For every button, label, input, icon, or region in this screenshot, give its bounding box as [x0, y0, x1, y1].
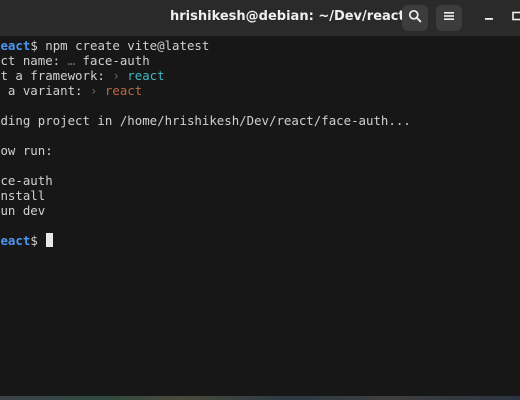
output-text: install [0, 188, 46, 203]
terminal-line: install [0, 188, 45, 203]
output-text: t a variant: [0, 83, 90, 98]
window-title: hrishikesh@debian: ~/Dev/react [170, 9, 405, 24]
terminal-line: ct a framework: › react [0, 68, 165, 83]
terminal-line: ect name: … face-auth [0, 53, 150, 68]
text-cursor [45, 233, 53, 247]
project-name-value: face-auth [82, 53, 150, 68]
output-text: run dev [0, 203, 46, 218]
title-bar[interactable]: hrishikesh@debian: ~/Dev/react [0, 0, 520, 37]
framework-value: react [127, 68, 165, 83]
output-text: ect name: [0, 53, 68, 68]
output-text: ace-auth [0, 173, 53, 188]
prompt-directory: react [0, 233, 31, 248]
output-text: Now run: [0, 143, 53, 158]
terminal-line: react$ npm create vite@latest [0, 38, 209, 53]
ellipsis-marker: … [67, 53, 83, 68]
chevron-marker: › [89, 83, 105, 98]
terminal-line: run dev [0, 203, 45, 218]
chevron-marker: › [112, 68, 128, 83]
terminal-line: react$ [0, 233, 53, 248]
minimize-icon [483, 9, 495, 27]
terminal-line: lding project in /home/hrishikesh/Dev/re… [0, 113, 411, 128]
command-text: npm create vite@latest [37, 38, 210, 53]
menu-button[interactable] [436, 5, 462, 31]
prompt-directory: react [0, 38, 31, 53]
prompt-symbol: $ [30, 38, 38, 53]
terminal-line: t a variant: › react [0, 83, 142, 98]
search-icon [408, 9, 422, 28]
maximize-button[interactable] [504, 5, 520, 31]
terminal-line: ace-auth [0, 173, 53, 188]
maximize-icon [511, 9, 520, 27]
desktop-background-strip [0, 396, 520, 400]
terminal-line: Now run: [0, 143, 53, 158]
output-text: lding project in /home/hrishikesh/Dev/re… [0, 113, 411, 128]
minimize-button[interactable] [476, 5, 502, 31]
variant-value: react [104, 83, 143, 98]
output-text: ct a framework: [0, 68, 113, 83]
prompt-symbol: $ [30, 233, 38, 248]
search-button[interactable] [402, 5, 428, 31]
terminal-output[interactable]: react$ npm create vite@latest ect name: … [0, 36, 520, 400]
terminal-window: hrishikesh@debian: ~/Dev/react eact$ npm… [0, 0, 520, 400]
hamburger-menu-icon [443, 9, 455, 27]
